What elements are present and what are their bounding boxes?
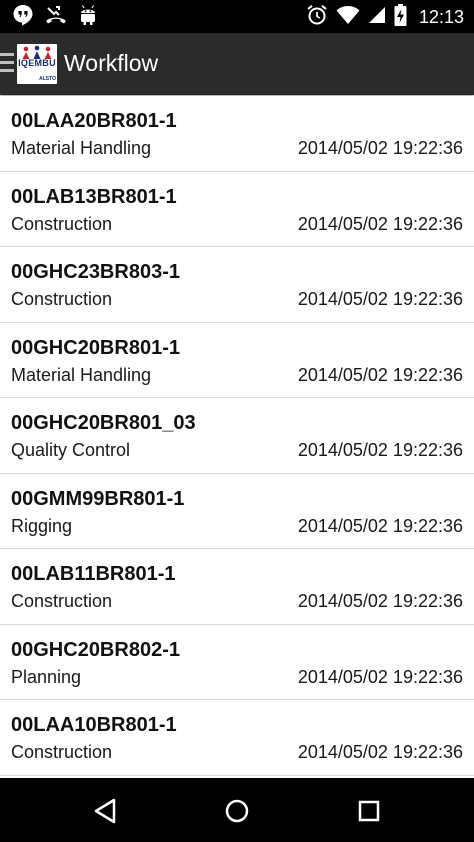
back-icon[interactable] — [88, 794, 122, 828]
workflow-category: Construction — [11, 289, 113, 309]
workflow-category: Construction — [11, 213, 113, 234]
list-item[interactable]: 00LAB11BR801-1 Construction 2014/05/02 1… — [0, 549, 474, 625]
workflow-id: 00LAB11BR801-1 — [11, 563, 176, 585]
logo-subtext: ALSTO — [39, 76, 56, 82]
status-time: 12:13 — [418, 6, 464, 27]
app-logo[interactable]: IQEMBU ALSTO — [17, 44, 57, 84]
workflow-id: 00LAA10BR801-1 — [11, 714, 177, 736]
workflow-id: 00GMM99BR801-1 — [11, 487, 185, 510]
wifi-icon — [336, 5, 360, 30]
logo-text: IQEMBU — [18, 58, 56, 68]
workflow-list: 00LAA20BR801-1 Material Handling 2014/05… — [0, 96, 474, 776]
list-item[interactable]: 00LAA20BR801-1 Material Handling 2014/05… — [0, 96, 474, 172]
workflow-id: 00GHC20BR801_03 — [11, 412, 196, 434]
list-item[interactable]: 00GHC20BR802-1 Planning 2014/05/02 19:22… — [0, 624, 474, 700]
workflow-date: 2014/05/02 19:22:36 — [297, 515, 463, 536]
workflow-date: 2014/05/02 19:22:36 — [297, 666, 463, 687]
workflow-date: 2014/05/02 19:22:36 — [297, 213, 463, 234]
workflow-date: 2014/05/02 19:22:36 — [297, 591, 463, 611]
menu-icon[interactable] — [0, 53, 14, 75]
workflow-category: Material Handling — [11, 364, 152, 385]
notification-icons — [12, 4, 98, 31]
list-item[interactable]: 00LAA10BR801-1 Construction 2014/05/02 1… — [0, 700, 474, 776]
workflow-category: Construction — [11, 742, 113, 762]
workflow-date: 2014/05/02 19:22:36 — [297, 742, 463, 762]
missed-call-icon — [45, 4, 67, 31]
list-item[interactable]: 00GMM99BR801-1 Rigging 2014/05/02 19:22:… — [0, 473, 474, 549]
workflow-date: 2014/05/02 19:22:36 — [297, 440, 463, 460]
android-icon — [78, 4, 98, 31]
workflow-id: 00LAB13BR801-1 — [11, 185, 177, 208]
action-bar: IQEMBU ALSTO Workflow — [0, 33, 474, 95]
workflow-date: 2014/05/02 19:22:36 — [297, 364, 463, 385]
status-bar: 12:13 — [0, 0, 474, 33]
signal-icon — [368, 6, 386, 29]
workflow-category: Construction — [11, 591, 113, 611]
workflow-date: 2014/05/02 19:22:36 — [297, 138, 463, 158]
list-item[interactable]: 00GHC23BR803-1 Construction 2014/05/02 1… — [0, 247, 474, 323]
workflow-date: 2014/05/02 19:22:36 — [297, 289, 463, 309]
workflow-id: 00GHC23BR803-1 — [11, 261, 180, 283]
list-item[interactable]: 00LAB13BR801-1 Construction 2014/05/02 1… — [0, 171, 474, 247]
battery-charging-icon — [394, 3, 407, 31]
workflow-id: 00GHC20BR802-1 — [11, 638, 180, 661]
system-status-icons: 12:13 — [306, 3, 464, 31]
workflow-id: 00GHC20BR801-1 — [11, 336, 180, 359]
navigation-bar — [0, 778, 474, 842]
list-item[interactable]: 00GHC20BR801-1 Material Handling 2014/05… — [0, 322, 474, 398]
home-icon[interactable] — [220, 794, 254, 828]
hangouts-icon — [12, 4, 34, 31]
alarm-icon — [306, 4, 328, 31]
workflow-category: Material Handling — [11, 138, 152, 158]
workflow-category: Planning — [11, 666, 82, 687]
list-item[interactable]: 00GHC20BR801_03 Quality Control 2014/05/… — [0, 398, 474, 474]
page-title: Workflow — [64, 50, 159, 76]
workflow-category: Rigging — [11, 515, 73, 536]
recents-icon[interactable] — [352, 794, 386, 828]
workflow-category: Quality Control — [11, 440, 131, 460]
workflow-id: 00LAA20BR801-1 — [11, 110, 177, 132]
